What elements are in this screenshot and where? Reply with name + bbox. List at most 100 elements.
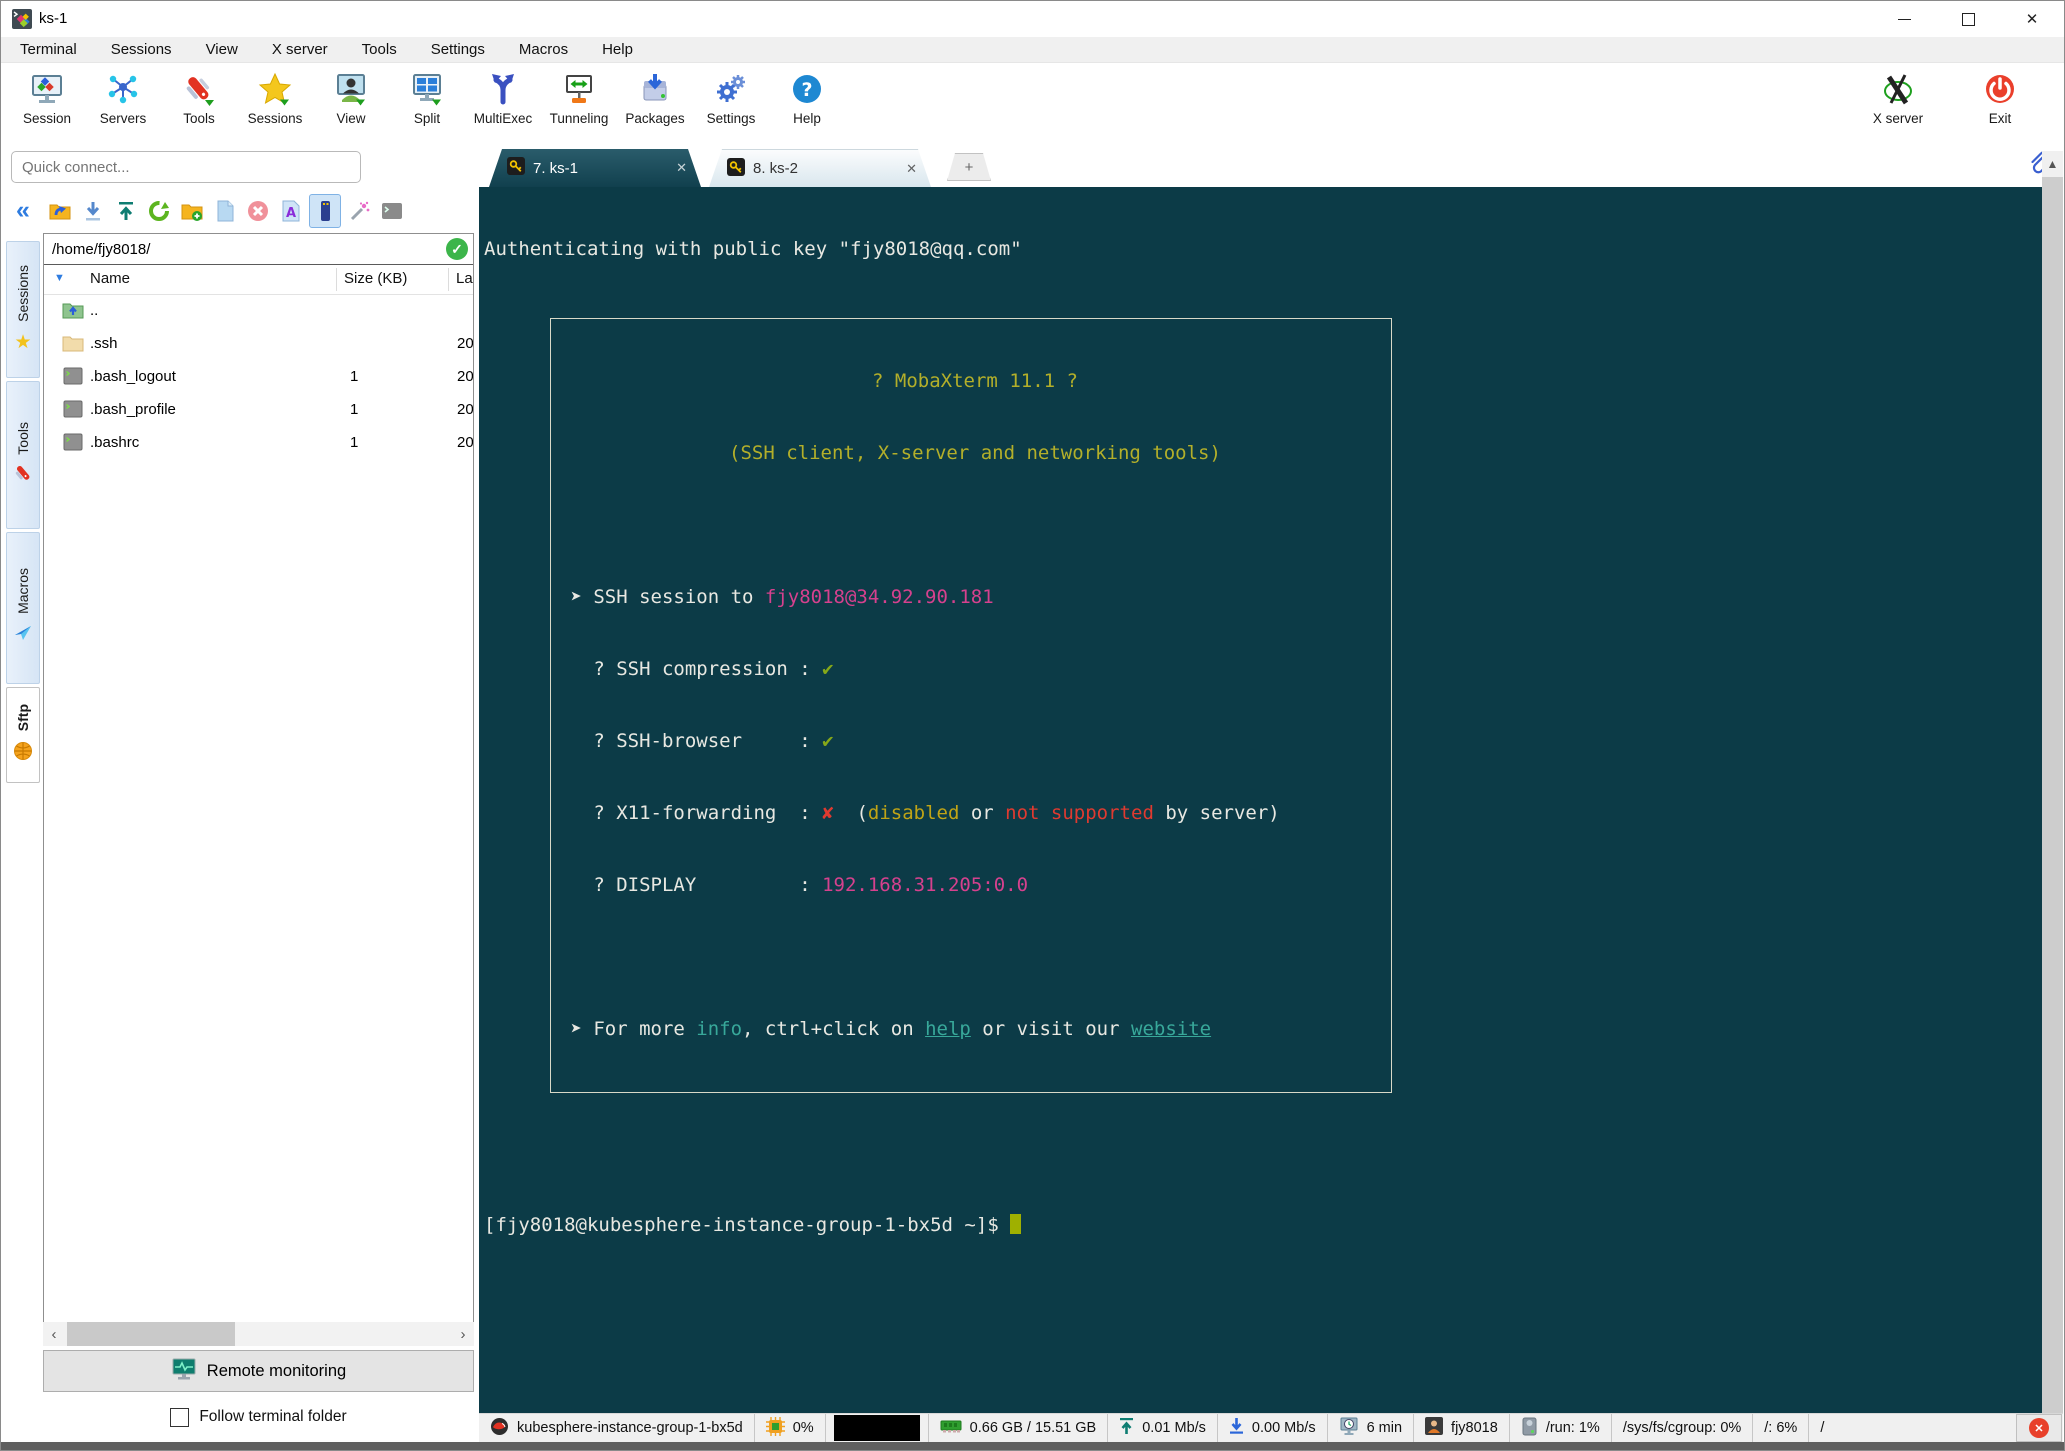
sftp-rename-button[interactable]: A [276, 195, 306, 227]
split-grid-icon [410, 69, 444, 109]
follow-terminal-folder-checkbox[interactable] [170, 1407, 190, 1427]
tab-label: 7. ks-1 [533, 159, 579, 177]
upload-arrow-icon [1119, 1417, 1134, 1439]
toolbar-view-button[interactable]: View [313, 67, 389, 128]
sftp-remote-browser-button[interactable] [309, 194, 341, 228]
menu-sessions[interactable]: Sessions [94, 37, 189, 62]
tab-close-icon[interactable]: ✕ [676, 160, 687, 176]
help-link[interactable]: help [925, 1018, 971, 1040]
collapse-sidebar-button[interactable]: « [6, 193, 40, 227]
remote-monitoring-icon [171, 1357, 197, 1386]
new-tab-button[interactable]: + [947, 153, 991, 181]
toolbar-packages-button[interactable]: Packages [617, 67, 693, 128]
ram-icon [940, 1418, 962, 1438]
toolbar-xserver-label: X server [1872, 111, 1924, 126]
star-icon [258, 69, 292, 109]
toolbar-tunneling-label: Tunneling [549, 111, 609, 126]
sftp-terminal-button[interactable] [377, 195, 407, 227]
column-header-lastmodified[interactable]: La [456, 270, 473, 287]
tab-close-icon[interactable]: ✕ [906, 161, 917, 177]
file-row-bashrc[interactable]: .bashrc 1 20 [44, 427, 473, 460]
status-close-button[interactable]: ✕ [2016, 1414, 2062, 1442]
maximize-button[interactable] [1936, 1, 2000, 37]
file-row-ssh[interactable]: .ssh 20 [44, 328, 473, 361]
toolbar-tunneling-button[interactable]: Tunneling [541, 67, 617, 128]
column-divider [336, 268, 337, 291]
toolbar-help-button[interactable]: ? Help [769, 67, 845, 128]
scroll-up-icon[interactable]: ▲ [2042, 151, 2063, 177]
toolbar-settings-button[interactable]: Settings [693, 67, 769, 128]
toolbar-session-button[interactable]: Session [9, 67, 85, 128]
scrollbar-thumb[interactable] [2042, 177, 2063, 1414]
sftp-path-input[interactable] [44, 240, 446, 258]
sftp-delete-button[interactable] [243, 195, 273, 227]
toolbar-multiexec-button[interactable]: MultiExec [465, 67, 541, 128]
scrollbar-thumb[interactable] [67, 1322, 235, 1346]
toolbar-split-label: Split [413, 111, 441, 126]
status-mount-cgroup: /sys/fs/cgroup: 0% [1612, 1414, 1754, 1442]
tab-ks-1[interactable]: 7. ks-1 ✕ [489, 149, 701, 187]
sftp-go-up-button[interactable] [45, 195, 75, 227]
display-line: ? DISPLAY : 192.168.31.205:0.0 [559, 874, 1029, 896]
status-uptime: 6 min [1328, 1414, 1415, 1442]
sidebar-tab-macros[interactable]: Macros [6, 532, 40, 684]
help-question-icon: ? [790, 69, 824, 109]
toolbar-exit-button[interactable]: Exit [1962, 67, 2038, 128]
shell-prompt: [fjy8018@kubesphere-instance-group-1-bx5… [484, 1214, 1011, 1236]
website-link[interactable]: website [1131, 1018, 1211, 1040]
tab-ks-2[interactable]: 8. ks-2 ✕ [709, 149, 931, 187]
menu-help[interactable]: Help [585, 37, 650, 62]
sidebar-tab-sftp[interactable]: Sftp [6, 687, 40, 783]
toolbar-tools-button[interactable]: Tools [161, 67, 237, 128]
status-host: kubesphere-instance-group-1-bx5d [479, 1414, 755, 1442]
file-row-parent-dir[interactable]: .. [44, 295, 473, 328]
scroll-right-icon[interactable]: › [452, 1326, 474, 1343]
sftp-wand-button[interactable] [344, 195, 374, 227]
scroll-left-icon[interactable]: ‹ [43, 1326, 65, 1343]
toolbar-xserver-button[interactable]: X server [1860, 67, 1936, 128]
column-header-name[interactable]: Name [90, 270, 130, 287]
sftp-download-button[interactable] [78, 195, 108, 227]
file-row-bash-profile[interactable]: .bash_profile 1 20 [44, 394, 473, 427]
menu-x-server[interactable]: X server [255, 37, 345, 62]
path-ok-icon[interactable]: ✓ [446, 238, 468, 260]
file-name: .bashrc [90, 434, 140, 451]
sftp-new-file-button[interactable] [210, 195, 240, 227]
ssh-session-line: ➤ SSH session to fjy8018@34.92.90.181 [559, 586, 994, 608]
download-arrow-icon [1229, 1417, 1244, 1439]
menu-view[interactable]: View [189, 37, 255, 62]
menu-settings[interactable]: Settings [414, 37, 502, 62]
menu-macros[interactable]: Macros [502, 37, 585, 62]
window-bottom-edge [1, 1442, 2064, 1450]
toolbar-sessions-button[interactable]: Sessions [237, 67, 313, 128]
sftp-upload-button[interactable] [111, 195, 141, 227]
terminal-scrollbar[interactable]: ▲ [2042, 151, 2063, 1414]
toolbar-help-label: Help [793, 111, 821, 126]
close-button[interactable]: ✕ [2000, 1, 2064, 37]
sftp-horizontal-scrollbar[interactable]: ‹ › [43, 1322, 474, 1346]
menu-tools[interactable]: Tools [345, 37, 414, 62]
sftp-browser-panel: A ✓ ▼ Name Size (KB) La [43, 191, 474, 1438]
status-bar: kubesphere-instance-group-1-bx5d 0% 0.66… [479, 1413, 2063, 1442]
quick-connect-input[interactable] [12, 158, 360, 176]
menu-terminal[interactable]: Terminal [3, 37, 94, 62]
sidebar-tab-sessions[interactable]: Sessions ★ [6, 241, 40, 378]
minimize-button[interactable] [1872, 1, 1936, 37]
toolbar-servers-button[interactable]: Servers [85, 67, 161, 128]
sftp-new-folder-button[interactable] [177, 195, 207, 227]
toolbar-split-button[interactable]: Split [389, 67, 465, 128]
sftp-refresh-button[interactable] [144, 195, 174, 227]
terminal-screen[interactable]: Authenticating with public key "fjy8018@… [479, 187, 2042, 1414]
remote-monitoring-button[interactable]: Remote monitoring [43, 1350, 474, 1392]
file-row-bash-logout[interactable]: .bash_logout 1 20 [44, 361, 473, 394]
disk-icon [1521, 1417, 1538, 1440]
toolbar-view-label: View [336, 111, 366, 126]
sftp-file-header[interactable]: ▼ Name Size (KB) La [44, 265, 473, 295]
sidebar-tab-tools[interactable]: Tools [6, 381, 40, 529]
scrollbar-track[interactable] [65, 1322, 452, 1346]
terminal-tab-bar: 7. ks-1 ✕ 8. ks-2 ✕ + [479, 147, 2042, 187]
follow-terminal-folder-label: Follow terminal folder [199, 1408, 347, 1425]
column-header-size[interactable]: Size (KB) [344, 270, 407, 287]
script-file-icon [62, 432, 84, 456]
